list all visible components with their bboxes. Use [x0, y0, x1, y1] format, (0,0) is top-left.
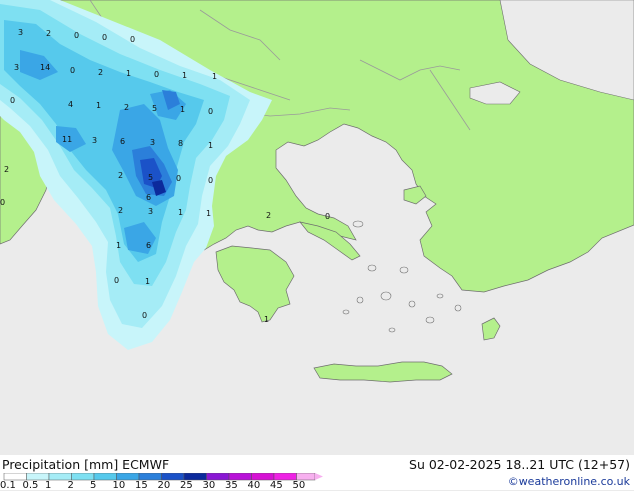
precip-value: 0: [10, 96, 15, 105]
precip-value: 0: [208, 176, 213, 185]
legend-swatch: [3, 473, 27, 481]
legend-swatch: [71, 473, 95, 481]
precip-value: 1: [182, 71, 187, 80]
legend-label: 10: [112, 480, 126, 491]
legend-label: 0.5: [22, 480, 39, 491]
precip-value: 2: [124, 103, 129, 112]
precip-value: 0: [154, 70, 159, 79]
legend-swatch: [93, 473, 117, 481]
precip-value: 8: [178, 139, 183, 148]
precip-value: 3: [150, 138, 155, 147]
precip-value: 1: [180, 105, 185, 114]
precip-value: 1: [264, 315, 269, 324]
precip-value: 3: [18, 28, 23, 37]
precip-value: 0: [208, 107, 213, 116]
legend-label: 2: [67, 480, 74, 491]
precip-value: 1: [208, 141, 213, 150]
precip-value: 2: [4, 165, 9, 174]
precip-value: 0: [70, 66, 75, 75]
legend-swatch: [206, 473, 230, 481]
precip-value: 3: [148, 207, 153, 216]
precip-value: 1: [126, 69, 131, 78]
precip-value: 2: [266, 211, 271, 220]
map-title: Precipitation [mm] ECMWF: [2, 457, 170, 472]
precip-value: 3: [92, 136, 97, 145]
legend-label: 0.1: [0, 480, 16, 491]
land-crete: [313, 361, 453, 383]
precip-value: 14: [40, 63, 50, 72]
legend-label: 25: [180, 480, 193, 491]
precip-value: 1: [116, 241, 121, 250]
valid-time: Su 02-02-2025 18..21 UTC (12+57): [409, 457, 630, 472]
legend-swatch: [161, 473, 185, 481]
copyright-link[interactable]: ©weatheronline.co.uk: [508, 475, 630, 488]
precip-value: 3: [14, 63, 19, 72]
legend-label: 5: [90, 480, 97, 491]
precip-value: 0: [74, 31, 79, 40]
legend-label: 1: [45, 480, 52, 491]
legend-swatch: [251, 473, 275, 481]
legend-label: 45: [270, 480, 283, 491]
legend-label: 35: [225, 480, 238, 491]
precip-value: 2: [46, 29, 51, 38]
precipitation-map: 3 2 0 0 0 3 14 0 2 1 0 1 1 0 4 1 2 5 1 0…: [0, 0, 634, 490]
legend-label: 30: [202, 480, 216, 491]
precip-value: 0: [142, 311, 147, 320]
precip-value: 0: [130, 35, 135, 44]
legend-swatch: [296, 473, 316, 481]
precip-value: 1: [212, 72, 217, 81]
precip-value: 0: [0, 198, 5, 207]
precip-value: 6: [120, 137, 125, 146]
precip-value: 2: [118, 171, 123, 180]
precip-value: 0: [114, 276, 119, 285]
precip-value: 1: [96, 101, 101, 110]
precip-value: 5: [148, 173, 153, 182]
precip-value: 5: [152, 104, 157, 113]
legend-swatch: [273, 473, 297, 481]
legend-swatch: [183, 473, 207, 481]
legend-swatch: [116, 473, 140, 481]
precip-value: 2: [118, 206, 123, 215]
precip-value: 6: [146, 241, 151, 250]
legend-swatch: [228, 473, 252, 481]
legend-label: 15: [135, 480, 148, 491]
precip-value: 1: [178, 208, 183, 217]
legend-label: 40: [247, 480, 261, 491]
precip-value: 0: [176, 174, 181, 183]
legend-swatch: [138, 473, 162, 481]
legend-swatch: [48, 473, 72, 481]
precip-value: 0: [102, 33, 107, 42]
legend-swatch: [26, 473, 50, 481]
legend-label: 50: [292, 480, 306, 491]
precip-value: 4: [68, 100, 73, 109]
precip-value: 1: [145, 277, 150, 286]
precip-value: 2: [98, 68, 103, 77]
precip-value: 11: [62, 135, 72, 144]
legend-arrow: [315, 473, 323, 480]
legend-label: 20: [157, 480, 171, 491]
precip-value: 0: [325, 212, 330, 221]
precip-value: 6: [146, 193, 151, 202]
precip-value: 1: [206, 209, 211, 218]
